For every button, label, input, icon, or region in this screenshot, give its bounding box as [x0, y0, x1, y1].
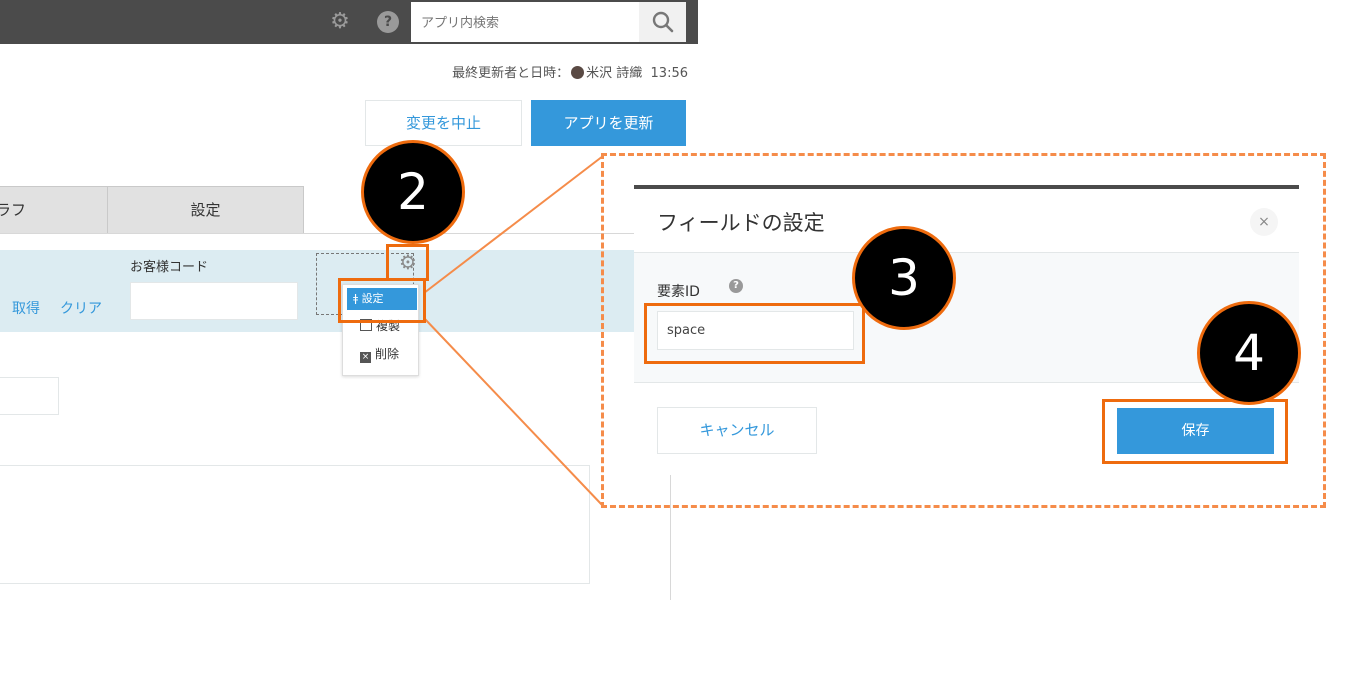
dialog-title: フィールドの設定 — [657, 211, 825, 235]
close-icon[interactable]: × — [1250, 208, 1278, 236]
element-id-highlight — [644, 303, 865, 364]
gear-highlight — [386, 244, 429, 281]
step-3-callout: 3 — [852, 226, 956, 330]
help-icon[interactable]: ? — [729, 279, 743, 293]
cancel-button[interactable]: キャンセル — [657, 407, 817, 454]
settings-menu-highlight — [338, 278, 426, 323]
step-2-callout: 2 — [361, 140, 465, 244]
save-highlight — [1102, 399, 1288, 464]
step-4-callout: 4 — [1197, 301, 1301, 405]
divider — [634, 382, 1299, 383]
element-id-label: 要素ID — [657, 284, 700, 300]
